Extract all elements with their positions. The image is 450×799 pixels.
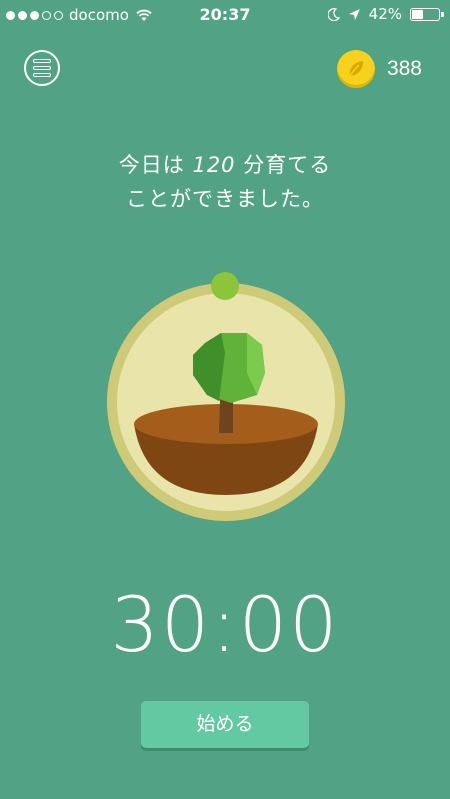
status-bar: docomo 20:37 42% (0, 0, 450, 30)
location-arrow-icon (348, 8, 360, 20)
battery-fill (412, 9, 423, 19)
moon-icon (327, 7, 340, 21)
battery-icon (410, 7, 444, 21)
dial-handle[interactable] (211, 272, 239, 300)
menu-icon-bar (33, 66, 51, 70)
minutes-grown: 120 (192, 153, 236, 177)
status-right: 42% (327, 5, 444, 23)
coin-balance[interactable]: 388 (336, 50, 422, 88)
battery-percent: 42% (368, 5, 402, 23)
menu-button[interactable] (24, 50, 60, 86)
tree-illustration (134, 333, 318, 495)
seed-coin-icon (336, 50, 375, 88)
timer-display: 30:00 (110, 580, 340, 669)
menu-icon-bar (33, 73, 51, 77)
start-button[interactable]: 始める (141, 701, 309, 748)
achievement-message: 今日は 120 分育てる ことができました。 (0, 148, 450, 216)
menu-icon-bar (33, 59, 51, 63)
coin-count: 388 (386, 57, 422, 80)
message-line-1: 今日は 120 分育てる (0, 148, 450, 182)
message-prefix: 今日は (118, 153, 185, 177)
message-suffix: 分育てる (243, 153, 332, 177)
message-line-2: ことができました。 (126, 187, 324, 211)
